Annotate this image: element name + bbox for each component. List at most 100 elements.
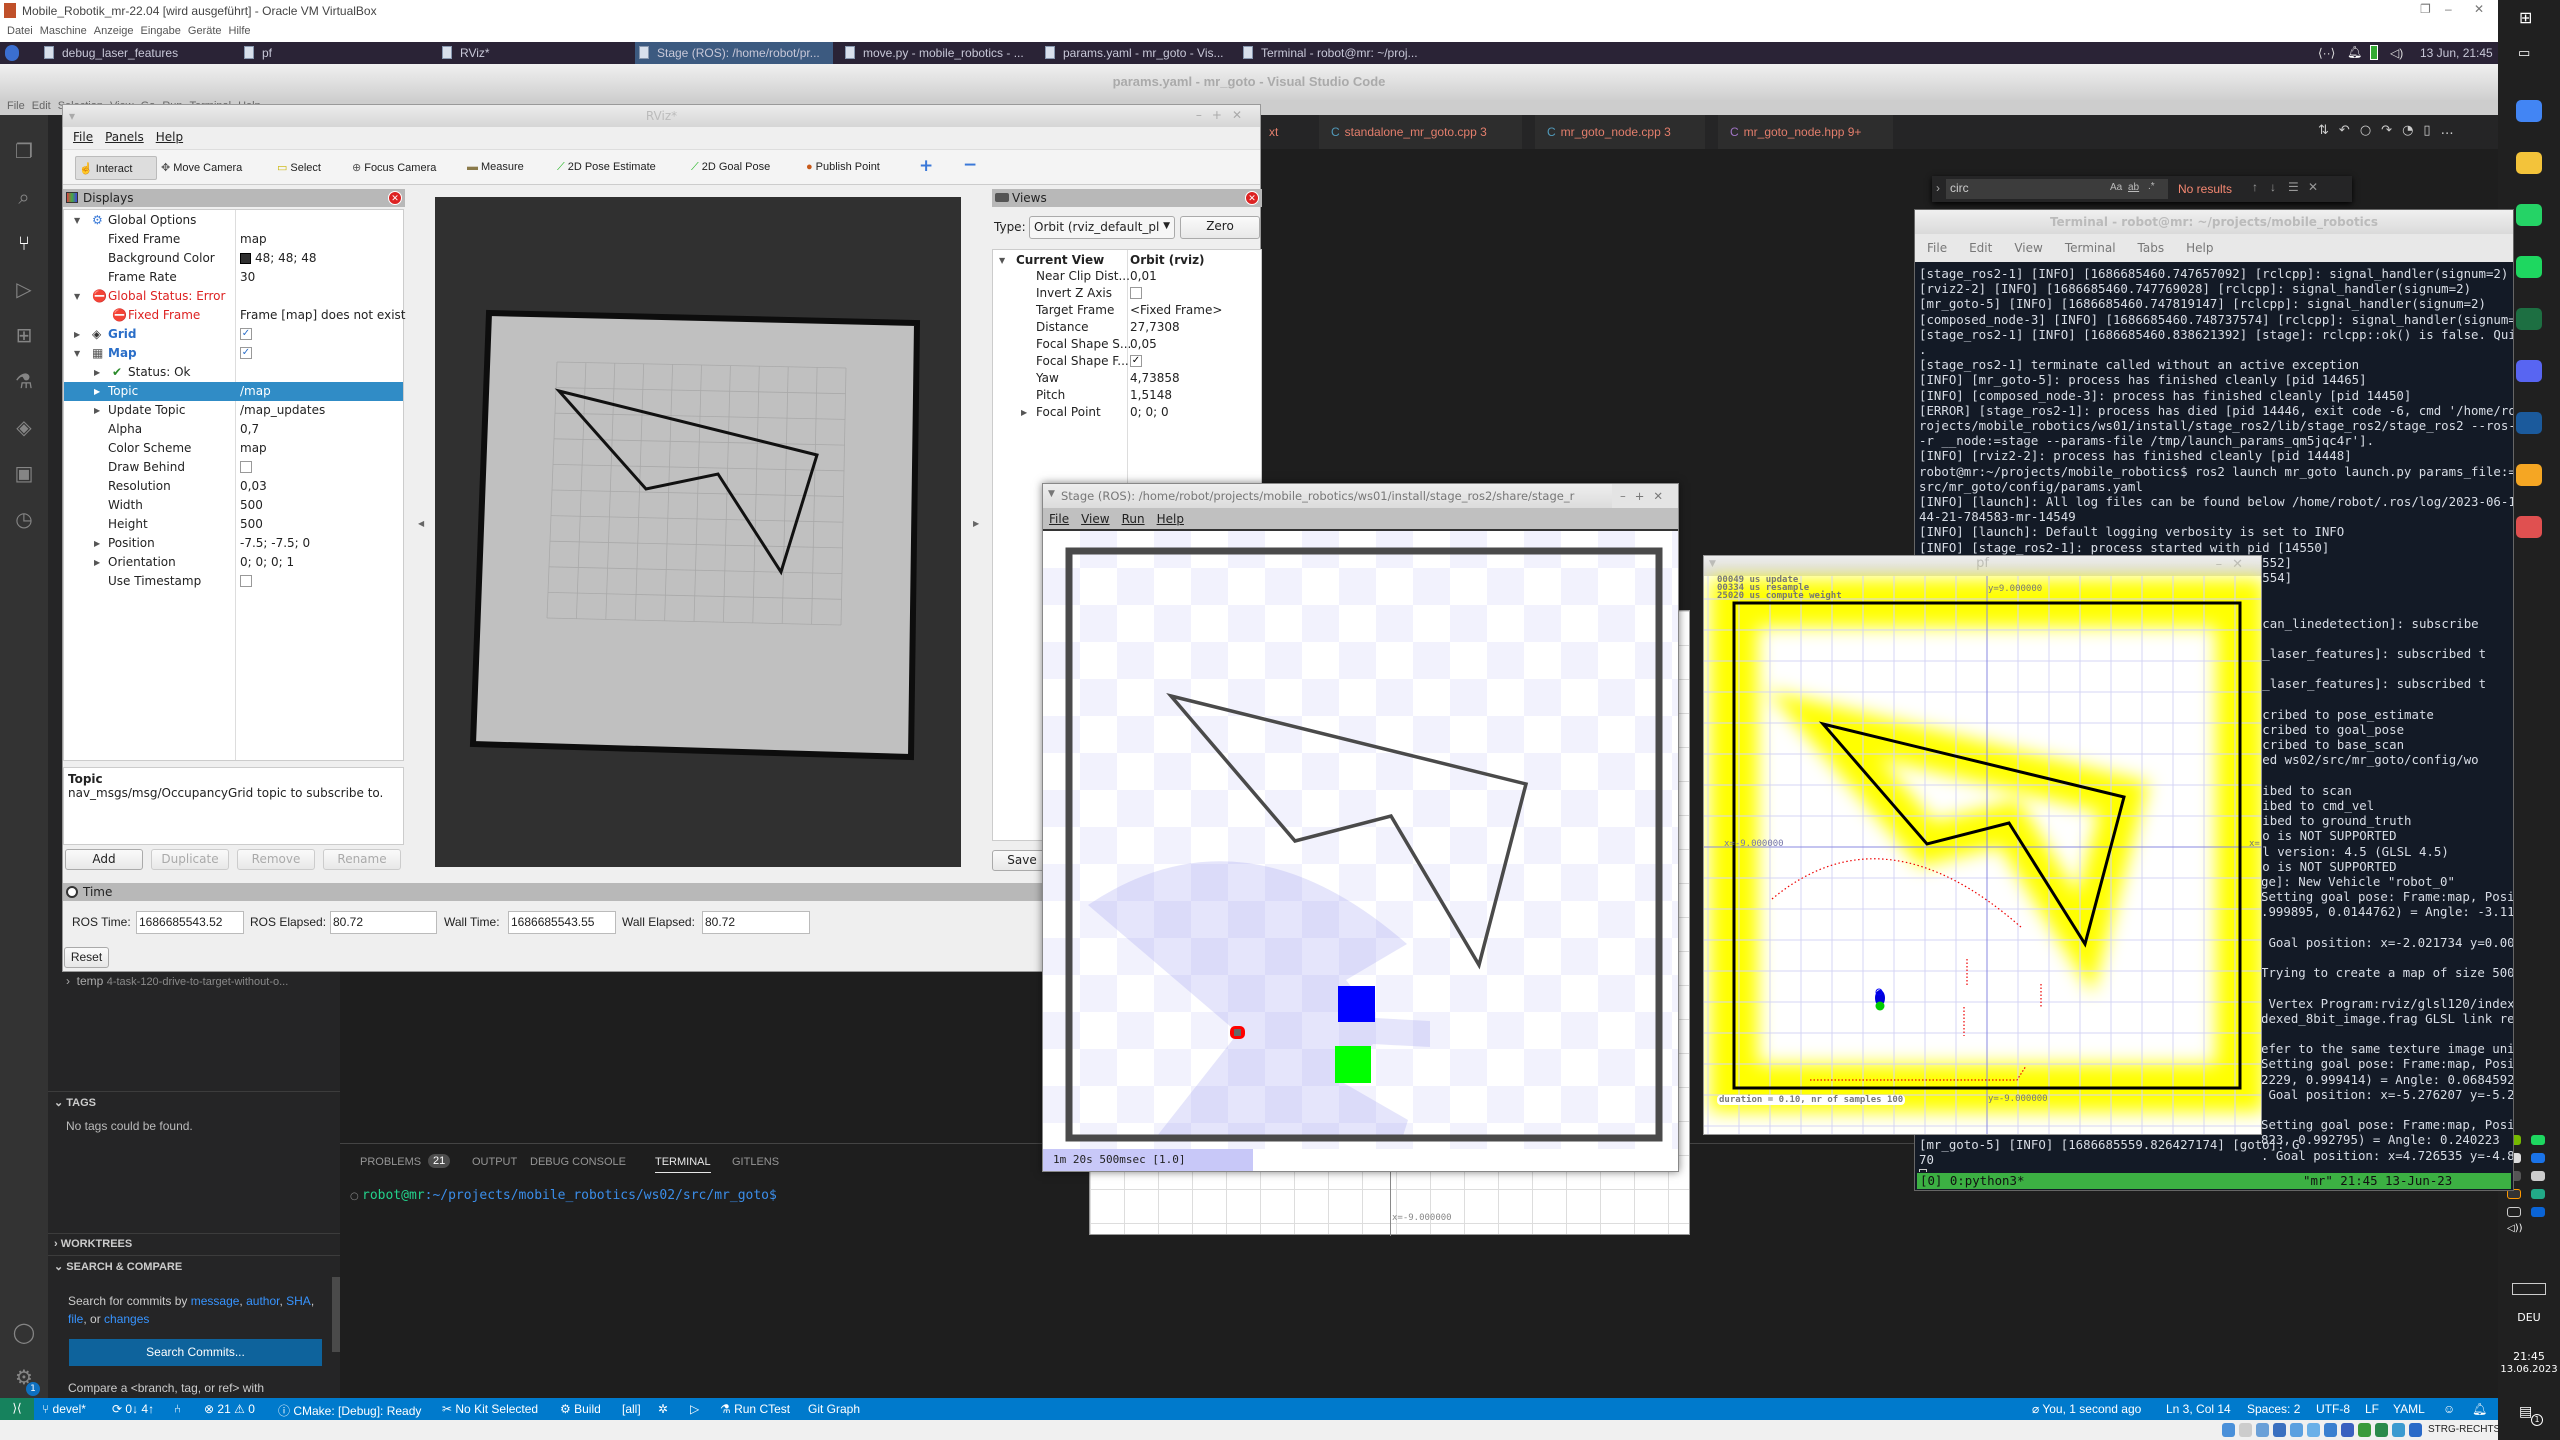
tool-move-camera[interactable]: ✥ Move Camera	[161, 156, 242, 180]
hard-disk-icon[interactable]	[2222, 1423, 2235, 1437]
stage-titlebar[interactable]: ▼ Stage (ROS): /home/robot/projects/mobi…	[1043, 484, 1678, 508]
timeline-icon[interactable]: ◔	[2402, 123, 2423, 138]
problems-status[interactable]: ⊗ 21 ⚠ 0	[204, 1402, 255, 1416]
windows-start-icon[interactable]: ⊞	[2519, 8, 2532, 27]
taskbar-item[interactable]: move.py - mobile_robotics - ...	[841, 42, 1036, 64]
stage-menu-run[interactable]: Run	[1122, 512, 1145, 526]
stage-menu-view[interactable]: View	[1081, 512, 1109, 526]
kit-status[interactable]: ✂ No Kit Selected	[442, 1402, 538, 1416]
taskbar-item[interactable]: Terminal - robot@mr: ~/proj...	[1239, 42, 1439, 64]
expander-open-icon[interactable]: ▼	[74, 211, 80, 230]
worktrees-section-header[interactable]: › WORKTREES	[54, 1238, 132, 1250]
terminal-prompt[interactable]: robot@mr:~/projects/mobile_robotics/ws02…	[362, 1188, 777, 1203]
battery-icon[interactable]	[2370, 45, 2378, 60]
window-controls[interactable]: –+✕	[1196, 108, 1252, 122]
security-tray-icon[interactable]	[2531, 1189, 2545, 1199]
particle-filter-canvas[interactable]	[1704, 556, 2261, 1134]
link-message[interactable]: message	[191, 1294, 240, 1308]
onedrive-tray-icon[interactable]	[2531, 1207, 2545, 1217]
virtualbox-app-icon[interactable]	[2516, 412, 2542, 434]
expander-closed-icon[interactable]: ▶	[94, 382, 100, 401]
input-language[interactable]: DEU	[2498, 1311, 2560, 1324]
ros-time-field[interactable]: 1686685543.52	[136, 911, 244, 934]
task-view-icon[interactable]: ▭	[2518, 46, 2530, 61]
display-row[interactable]: Use Timestamp	[64, 572, 403, 591]
stage-menu-help[interactable]: Help	[1157, 512, 1184, 526]
panel-tab-gitlens[interactable]: GITLENS	[732, 1156, 779, 1168]
tool-select[interactable]: ▭ Select	[277, 156, 321, 180]
volume-icon[interactable]: ◁)	[2390, 46, 2403, 60]
ros-elapsed-field[interactable]: 80.72	[330, 911, 437, 934]
capture-icon[interactable]	[2341, 1423, 2354, 1437]
tab-fragment[interactable]: xt	[1269, 125, 1278, 139]
tool-2d-goal-pose[interactable]: ⟋ 2D Goal Pose	[691, 156, 770, 180]
display-row[interactable]: Fixed Frame map	[64, 230, 403, 249]
editor-tab[interactable]: Cstandalone_mr_goto.cpp 3	[1319, 115, 1523, 149]
run-debug-icon[interactable]: ▷	[12, 277, 36, 301]
split-editor-icon[interactable]: ▯	[2423, 123, 2440, 138]
branch-status[interactable]: ⑂ devel*	[42, 1402, 86, 1416]
close-find-icon[interactable]: ✕	[2308, 180, 2318, 194]
display-property-value[interactable]: Frame [map] does not exist	[240, 306, 405, 325]
display-row[interactable]: ▶ Orientation 0; 0; 0; 1	[64, 553, 403, 572]
go-forward-icon[interactable]: ↷	[2381, 123, 2402, 138]
add-tool-plus-icon[interactable]: +	[919, 156, 933, 176]
terminal-menu-edit[interactable]: Edit	[1969, 241, 1992, 255]
taskbar-date[interactable]: 13.06.2023	[2498, 1364, 2560, 1375]
spotify-app-icon[interactable]	[2516, 256, 2542, 278]
whisker-menu-icon[interactable]	[5, 45, 19, 61]
restore-icon[interactable]: ❐	[2420, 2, 2431, 16]
display-row[interactable]: Height 500	[64, 515, 403, 534]
display-row[interactable]: ▼ ▦ Map ✓	[64, 344, 403, 363]
view-property-value[interactable]: 0,01	[1130, 268, 1157, 285]
branch-item[interactable]: › temp 4-task-120-drive-to-target-withou…	[66, 974, 288, 988]
display-icon[interactable]	[2324, 1423, 2337, 1437]
minimize-icon[interactable]: –	[2445, 2, 2452, 16]
cmake-status[interactable]: ⓘ CMake: [Debug]: Ready	[278, 1402, 421, 1419]
rviz-menu-file[interactable]: File	[73, 130, 93, 144]
testing-icon[interactable]: ⚗	[12, 369, 36, 393]
search-commits-button[interactable]: Search Commits...	[69, 1339, 322, 1366]
view-property-row[interactable]: ▶ Focal Point 0; 0; 0	[993, 404, 1261, 421]
tool-interact[interactable]: ☝ Interact	[75, 156, 157, 180]
find-input[interactable]: circ Aa ab .*	[1946, 179, 2168, 199]
shared-folders-icon[interactable]	[2307, 1423, 2320, 1437]
build-status[interactable]: ⚙ Build	[560, 1402, 601, 1416]
display-property-value[interactable]: 30	[240, 268, 255, 287]
vscode-menu-file[interactable]: File	[7, 100, 25, 112]
color-swatch[interactable]	[240, 253, 251, 264]
remove-tool-minus-icon[interactable]: −	[963, 155, 977, 175]
wall-elapsed-field[interactable]: 80.72	[702, 911, 810, 934]
cursor-position[interactable]: Ln 3, Col 14	[2166, 1402, 2231, 1416]
taskbar-item[interactable]: pf	[240, 42, 420, 64]
view-checkbox[interactable]	[1130, 287, 1142, 299]
display-row[interactable]: ⛔ Fixed Frame Frame [map] does not exist	[64, 306, 405, 325]
window-menu-icon[interactable]: ▼	[1048, 489, 1055, 499]
view-property-value[interactable]: <Fixed Frame>	[1130, 302, 1222, 319]
display-property-value[interactable]: map	[240, 230, 267, 249]
expander-closed-icon[interactable]: ▶	[94, 553, 100, 572]
match-case-icon[interactable]: Aa	[2110, 182, 2122, 193]
3d-render-view[interactable]	[435, 197, 961, 867]
display-row[interactable]: ▶ Position -7.5; -7.5; 0	[64, 534, 403, 553]
view-checkbox[interactable]: ✓	[1130, 355, 1142, 367]
expander-closed-icon[interactable]: ▶	[1021, 404, 1027, 421]
view-type-select[interactable]: Orbit (rviz_default_pl ▼	[1029, 216, 1175, 239]
display-property-value[interactable]: map	[240, 439, 267, 458]
rviz-menu-panels[interactable]: Panels	[105, 130, 144, 144]
excel-app-icon[interactable]	[2516, 308, 2542, 330]
terminal-menu-help[interactable]: Help	[2186, 241, 2213, 255]
blame-status[interactable]: ⌀ You, 1 second ago	[2032, 1402, 2141, 1416]
taskbar-item[interactable]: RViz*	[438, 42, 618, 64]
more-actions-icon[interactable]: …	[2441, 123, 2464, 138]
expander-closed-icon[interactable]: ▶	[94, 534, 100, 553]
tool-publish-point[interactable]: ● Publish Point	[806, 156, 880, 180]
close-icon[interactable]: ✕	[2474, 2, 2484, 16]
notifications-bell-icon[interactable]: 🔔︎	[2472, 1402, 2487, 1416]
audio-icon[interactable]	[2256, 1423, 2269, 1437]
zero-button[interactable]: Zero	[1180, 216, 1260, 239]
editor-actions[interactable]: ⇅↶○↷◔▯…	[2318, 123, 2464, 138]
view-property-value[interactable]: 0,05	[1130, 336, 1157, 353]
display-checkbox[interactable]	[240, 461, 252, 473]
timeline-icon[interactable]: ◷	[12, 507, 36, 531]
